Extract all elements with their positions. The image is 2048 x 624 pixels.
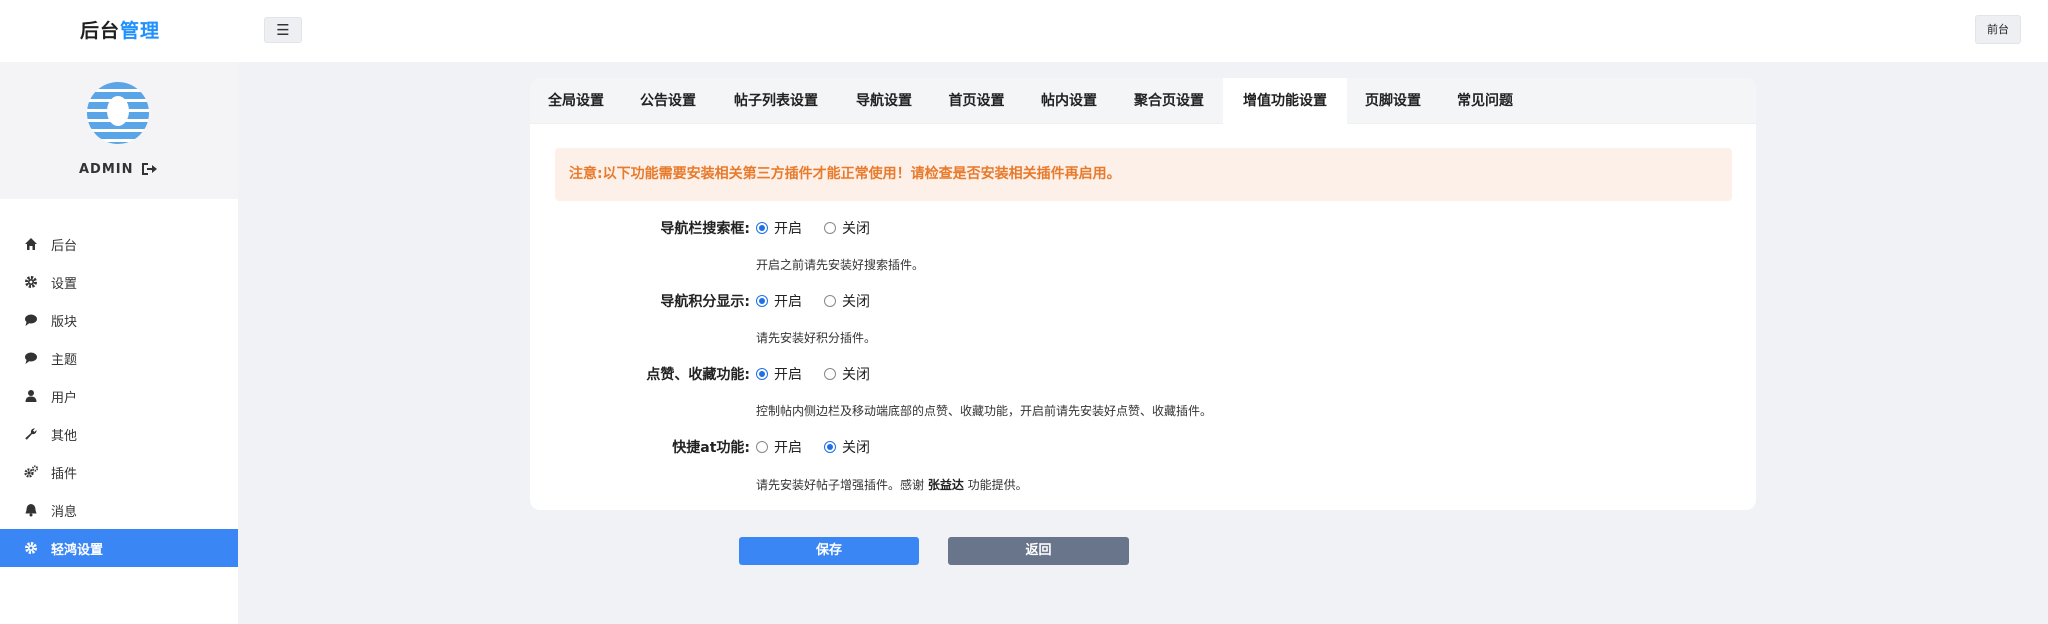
- comment-icon: [25, 314, 37, 326]
- gear-icon: [25, 542, 37, 554]
- avatar: [87, 82, 149, 144]
- radio-checked-icon: [756, 222, 768, 234]
- sidebar-nav: 后台 设置 版块 主题 用户 其他 插件 消息 轻鸿设置: [0, 225, 238, 567]
- quick-at-on-radio[interactable]: 开启: [756, 437, 802, 457]
- nav-points-help: 请先安装好积分插件。: [756, 331, 877, 345]
- tab-announcement-settings[interactable]: 公告设置: [622, 78, 714, 124]
- like-favorite-help: 控制帖内侧边栏及移动端底部的点赞、收藏功能，开启前请先安装好点赞、收藏插件。: [756, 404, 1213, 418]
- tab-thread-list-settings[interactable]: 帖子列表设置: [714, 78, 838, 124]
- contributor-name: 张益达: [927, 478, 964, 492]
- tab-faq[interactable]: 常见问题: [1439, 78, 1531, 124]
- sidebar-item-users[interactable]: 用户: [0, 377, 238, 415]
- quick-at-help-suffix: 功能提供。: [963, 478, 1028, 492]
- sidebar-item-plugins[interactable]: 插件: [0, 453, 238, 491]
- nav-points-on-radio[interactable]: 开启: [756, 291, 802, 311]
- sidebar-item-qinghong-settings[interactable]: 轻鸿设置: [0, 529, 238, 567]
- sidebar-item-label: 插件: [51, 467, 78, 482]
- sidebar-item-label: 轻鸿设置: [51, 543, 104, 558]
- top-header: 后台管理 ☰ 前台: [0, 0, 2048, 62]
- radio-label: 关闭: [842, 367, 870, 383]
- quick-at-label: 快捷at功能:: [672, 440, 750, 456]
- radio-unchecked-icon: [824, 222, 836, 234]
- app-logo[interactable]: 后台管理: [80, 16, 160, 43]
- sidebar-item-other[interactable]: 其他: [0, 415, 238, 453]
- settings-tabs: 全局设置 公告设置 帖子列表设置 导航设置 首页设置 帖内设置 聚合页设置 增值…: [530, 78, 1756, 124]
- sidebar-item-settings[interactable]: 设置: [0, 263, 238, 301]
- like-favorite-off-radio[interactable]: 关闭: [824, 364, 870, 384]
- radio-label: 关闭: [842, 294, 870, 310]
- sidebar-item-home[interactable]: 后台: [0, 225, 238, 263]
- quick-at-off-radio[interactable]: 关闭: [824, 437, 870, 457]
- quick-at-help-prefix: 请先安装好帖子增强插件。感谢: [756, 478, 928, 492]
- radio-label: 开启: [774, 221, 802, 237]
- sidebar-item-forums[interactable]: 版块: [0, 301, 238, 339]
- radio-unchecked-icon: [824, 295, 836, 307]
- notice-banner: 注意:以下功能需要安装相关第三方插件才能正常使用！请检查是否安装相关插件再启用。: [555, 148, 1732, 201]
- sidebar-item-label: 用户: [51, 391, 78, 406]
- quick-at-help: 请先安装好帖子增强插件。感谢 张益达 功能提供。: [756, 476, 1028, 493]
- tab-aggregate-page-settings[interactable]: 聚合页设置: [1115, 78, 1223, 124]
- like-favorite-label: 点赞、收藏功能:: [646, 367, 750, 383]
- like-favorite-on-radio[interactable]: 开启: [756, 364, 802, 384]
- wrench-icon: [25, 428, 37, 440]
- gear-icon: [25, 276, 37, 288]
- tab-global-settings[interactable]: 全局设置: [530, 78, 622, 124]
- radio-checked-icon: [824, 441, 836, 453]
- comment-icon: [25, 352, 37, 364]
- user-icon: [25, 390, 37, 402]
- logo-text-part1: 后台: [80, 20, 121, 42]
- menu-toggle-button[interactable]: ☰: [264, 17, 302, 43]
- nav-points-label: 导航积分显示:: [660, 294, 750, 310]
- hamburger-icon: ☰: [276, 21, 290, 39]
- radio-label: 关闭: [842, 440, 870, 456]
- nav-search-label: 导航栏搜索框:: [660, 221, 750, 237]
- save-button[interactable]: 保存: [739, 537, 919, 565]
- tab-nav-settings[interactable]: 导航设置: [838, 78, 930, 124]
- tab-footer-settings[interactable]: 页脚设置: [1347, 78, 1439, 124]
- nav-search-help: 开启之前请先安装好搜索插件。: [756, 258, 925, 272]
- logout-icon[interactable]: [140, 160, 158, 178]
- radio-label: 关闭: [842, 221, 870, 237]
- tab-value-added-settings[interactable]: 增值功能设置: [1223, 78, 1347, 124]
- radio-checked-icon: [756, 295, 768, 307]
- sidebar-item-messages[interactable]: 消息: [0, 491, 238, 529]
- nav-search-off-radio[interactable]: 关闭: [824, 218, 870, 238]
- profile-panel: ADMIN: [0, 62, 238, 199]
- radio-label: 开启: [774, 440, 802, 456]
- front-site-button[interactable]: 前台: [1975, 15, 2021, 44]
- bell-icon: [25, 504, 37, 517]
- tab-thread-settings[interactable]: 帖内设置: [1023, 78, 1115, 124]
- sidebar-item-label: 其他: [51, 429, 78, 444]
- nav-points-off-radio[interactable]: 关闭: [824, 291, 870, 311]
- radio-checked-icon: [756, 368, 768, 380]
- radio-unchecked-icon: [756, 441, 768, 453]
- gears-icon: [24, 465, 38, 478]
- admin-name: ADMIN: [79, 162, 134, 177]
- sidebar-item-label: 版块: [51, 315, 78, 330]
- back-button[interactable]: 返回: [948, 537, 1129, 565]
- logo-text-part2: 管理: [120, 20, 161, 42]
- sidebar: ADMIN 后台 设置 版块 主题 用户 其他 插件 消息 轻鸿设置: [0, 62, 238, 624]
- nav-search-on-radio[interactable]: 开启: [756, 218, 802, 238]
- sidebar-item-label: 消息: [51, 505, 78, 520]
- settings-card: 全局设置 公告设置 帖子列表设置 导航设置 首页设置 帖内设置 聚合页设置 增值…: [530, 78, 1756, 510]
- radio-label: 开启: [774, 367, 802, 383]
- radio-unchecked-icon: [824, 368, 836, 380]
- tab-home-settings[interactable]: 首页设置: [930, 78, 1023, 124]
- sidebar-item-label: 后台: [51, 239, 78, 254]
- sidebar-item-label: 主题: [51, 353, 78, 368]
- radio-label: 开启: [774, 294, 802, 310]
- sidebar-item-threads[interactable]: 主题: [0, 339, 238, 377]
- home-icon: [25, 238, 37, 250]
- sidebar-item-label: 设置: [51, 277, 78, 292]
